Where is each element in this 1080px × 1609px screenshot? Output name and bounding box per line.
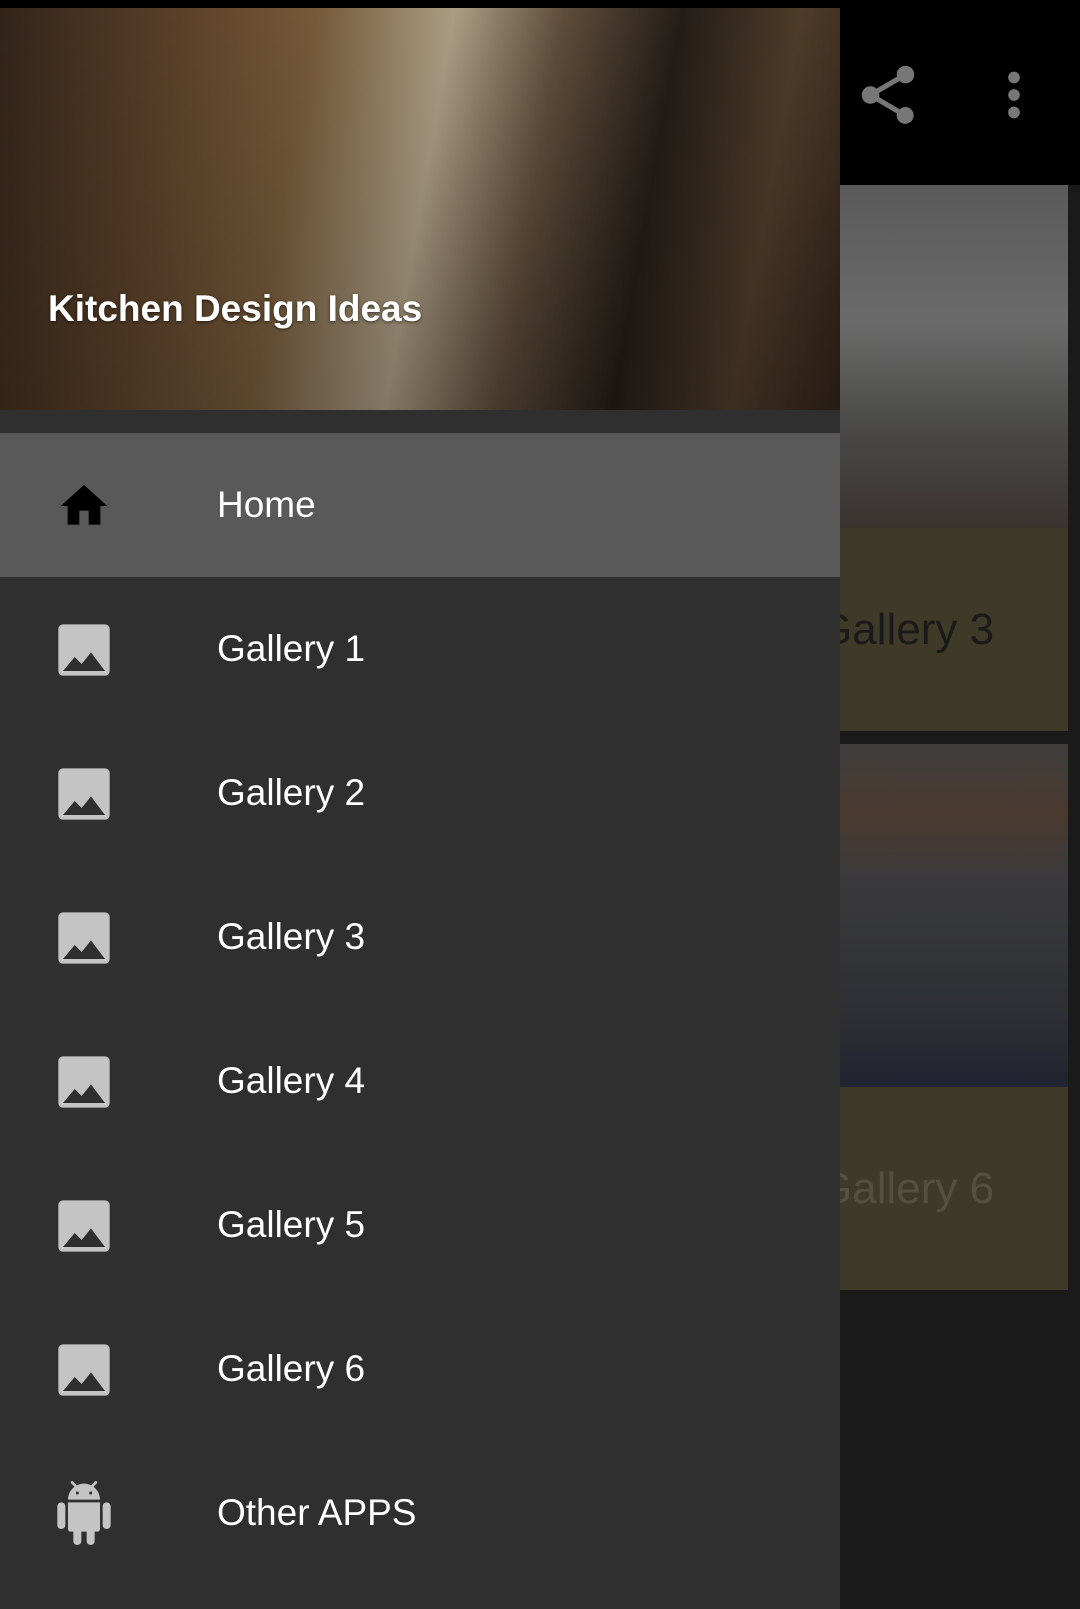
menu-item-label: Other APPS	[217, 1492, 417, 1533]
drawer-menu: Home Gallery 1 Gallery 2 Gallery 3 Galle…	[0, 433, 840, 1585]
image-icon	[58, 1344, 110, 1396]
gallery-thumbnail	[840, 185, 1068, 528]
menu-item-label: Gallery 1	[217, 628, 366, 669]
gallery-thumbnail	[840, 744, 1068, 1087]
gallery-card[interactable]: Gallery 3	[840, 185, 1068, 731]
menu-item-label: Gallery 5	[217, 1204, 366, 1245]
status-bar	[0, 0, 840, 8]
image-icon	[58, 1056, 110, 1108]
gallery-caption: Gallery 6	[840, 1087, 1068, 1290]
image-icon	[58, 768, 110, 820]
menu-item-label: Home	[217, 484, 316, 525]
menu-item-label: Gallery 3	[217, 916, 366, 957]
app-title: Kitchen Design Ideas	[48, 288, 423, 329]
menu-item-gallery-5[interactable]: Gallery 5	[0, 1153, 840, 1297]
menu-item-label: Gallery 2	[217, 772, 366, 813]
gallery-caption: Gallery 3	[840, 528, 1068, 731]
menu-item-gallery-4[interactable]: Gallery 4	[0, 1009, 840, 1153]
image-icon	[58, 624, 110, 676]
share-icon[interactable]	[853, 60, 923, 130]
menu-item-gallery-2[interactable]: Gallery 2	[0, 721, 840, 865]
more-vert-icon[interactable]	[979, 60, 1049, 130]
menu-item-gallery-1[interactable]: Gallery 1	[0, 577, 840, 721]
menu-item-gallery-6[interactable]: Gallery 6	[0, 1297, 840, 1441]
menu-item-label: Gallery 4	[217, 1060, 366, 1101]
image-icon	[58, 1200, 110, 1252]
android-icon	[57, 1481, 111, 1545]
navigation-drawer: Kitchen Design Ideas Home Gallery 1 Gall…	[0, 0, 840, 1609]
drawer-header-image: Kitchen Design Ideas	[0, 8, 840, 410]
menu-item-home[interactable]: Home	[0, 433, 840, 577]
menu-item-label: Gallery 6	[217, 1348, 366, 1389]
gallery-card[interactable]: Gallery 6	[840, 744, 1068, 1290]
image-icon	[58, 912, 110, 964]
menu-item-gallery-3[interactable]: Gallery 3	[0, 865, 840, 1009]
menu-item-other-apps[interactable]: Other APPS	[0, 1441, 840, 1585]
home-icon	[60, 485, 108, 525]
